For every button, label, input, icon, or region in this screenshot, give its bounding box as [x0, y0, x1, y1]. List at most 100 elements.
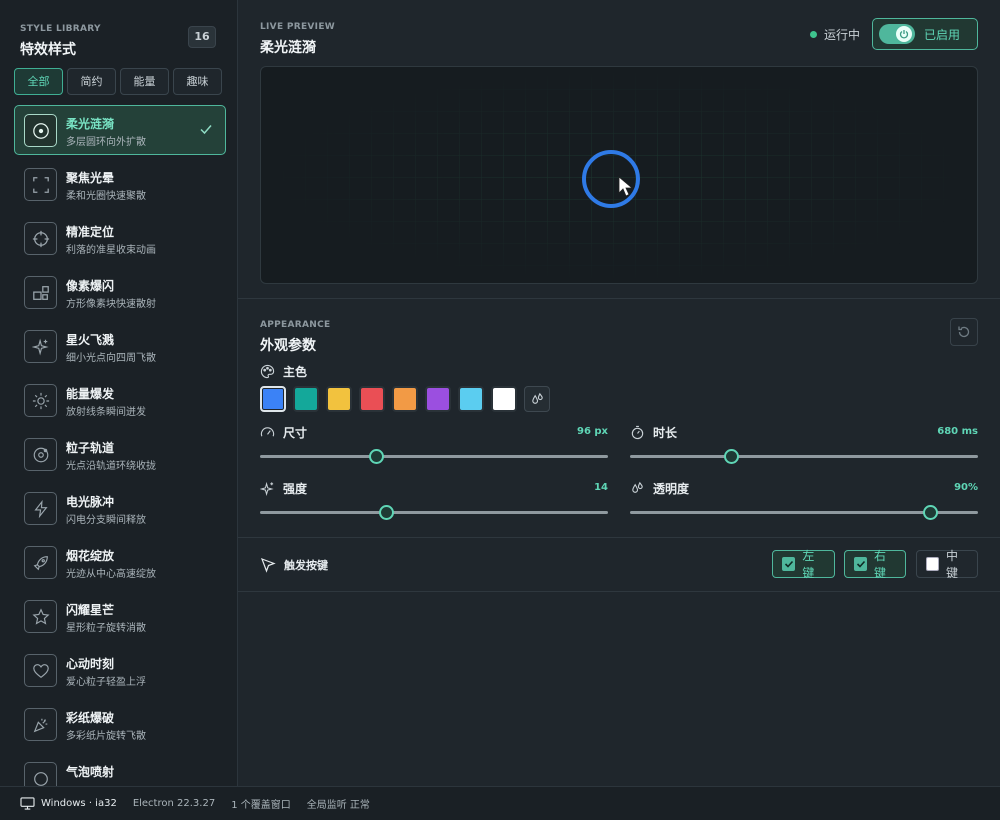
intensity-value: 14: [594, 482, 608, 493]
style-item-shining-star[interactable]: 闪耀星芒 星形粒子旋转消散: [14, 591, 226, 641]
status-bar: Windows · ia32 Electron 22.3.27 1 个覆盖窗口 …: [0, 786, 1000, 820]
host-label: Windows · ia32: [41, 798, 117, 809]
middle-click-label: 中键: [946, 549, 959, 580]
section-divider: [238, 298, 1000, 299]
color-swatch-cyan[interactable]: [458, 386, 484, 412]
style-item-spark-splash[interactable]: 星火飞溅 细小光点向四周飞散: [14, 321, 226, 371]
checkbox-checked-icon: [854, 557, 867, 571]
style-name: 心动时刻: [66, 657, 115, 671]
color-swatch-blue[interactable]: [260, 386, 286, 412]
style-desc: 光迹从中心高速绽放: [66, 569, 156, 580]
color-swatch-white[interactable]: [491, 386, 517, 412]
stopwatch-icon: [631, 425, 644, 440]
style-library-sidebar: STYLE LIBRARY 特效样式 16 全部 简约 能量 趣味 柔光涟漪 多…: [0, 0, 238, 786]
style-desc: 利落的准星收束动画: [66, 245, 156, 256]
style-count-badge: 16: [188, 26, 216, 48]
intensity-slider[interactable]: [260, 505, 608, 520]
style-item-heartbeat[interactable]: 心动时刻 爱心粒子轻盈上浮: [14, 645, 226, 695]
intensity-slider-thumb[interactable]: [378, 505, 394, 520]
filter-tab-fun[interactable]: 趣味: [173, 68, 222, 95]
style-item-firework[interactable]: 烟花绽放 光迹从中心高速绽放: [14, 537, 226, 587]
preview-canvas[interactable]: [260, 66, 978, 284]
color-swatch-orange[interactable]: [392, 386, 418, 412]
style-item-particle-orbit[interactable]: 粒子轨道 光点沿轨道环绕收拢: [14, 429, 226, 479]
style-list: 柔光涟漪 多层圆环向外扩散 聚焦光晕 柔和光圈快速聚散 精准定位 利落的准星收束…: [14, 105, 226, 786]
size-value: 96 px: [576, 426, 608, 437]
heart-icon: [24, 654, 57, 687]
party-popper-icon: [24, 708, 57, 741]
left-click-label: 左键: [802, 549, 815, 580]
monitor-icon: [20, 797, 35, 810]
filter-tab-simple[interactable]: 简约: [67, 68, 116, 95]
sun-burst-icon: [24, 384, 57, 417]
overlay-window-count: 1 个覆盖窗口: [231, 800, 291, 811]
style-name: 聚焦光晕: [66, 171, 115, 185]
color-swatch-purple[interactable]: [425, 386, 451, 412]
gauge-icon: [260, 427, 275, 437]
style-desc: 放射线条瞬间迸发: [66, 407, 146, 418]
opacity-slider[interactable]: [630, 505, 978, 520]
crosshair-icon: [24, 222, 57, 255]
style-item-precise-locate[interactable]: 精准定位 利落的准星收束动画: [14, 213, 226, 263]
style-item-energy-burst[interactable]: 能量爆发 放射线条瞬间迸发: [14, 375, 226, 425]
style-item-focus-glow[interactable]: 聚焦光晕 柔和光圈快速聚散: [14, 159, 226, 209]
toggle-switch[interactable]: [879, 24, 915, 44]
style-name: 柔光涟漪: [66, 117, 115, 131]
cursor-icon: [260, 557, 276, 573]
middle-click-toggle[interactable]: 中键: [916, 549, 978, 580]
focus-frame-icon: [24, 168, 57, 201]
appearance-caption: APPEARANCE: [260, 320, 331, 330]
style-desc: 多层圆环向外扩散: [66, 137, 146, 148]
right-click-toggle[interactable]: 右键: [844, 549, 906, 580]
appearance-title: 外观参数: [260, 338, 316, 354]
duration-slider[interactable]: [630, 449, 978, 464]
orbit-icon: [24, 438, 57, 471]
style-name: 电光脉冲: [66, 495, 115, 509]
style-name: 能量爆发: [66, 387, 115, 401]
style-name: 星火飞溅: [66, 333, 115, 347]
preview-caption: LIVE PREVIEW: [260, 22, 335, 32]
filter-tab-all[interactable]: 全部: [14, 68, 63, 95]
duration-slider-thumb[interactable]: [724, 449, 740, 464]
reset-button[interactable]: [950, 318, 978, 346]
color-label-row: 主色: [260, 363, 307, 380]
style-desc: 柔和光圈快速聚散: [66, 191, 146, 202]
section-divider: [238, 591, 1000, 592]
running-status: 运行中: [810, 26, 860, 43]
style-name: 彩纸爆破: [66, 711, 115, 725]
style-item-confetti[interactable]: 彩纸爆破 多彩纸片旋转飞散: [14, 699, 226, 749]
style-item-pixel-flash[interactable]: 像素爆闪 方形像素块快速散射: [14, 267, 226, 317]
intensity-label: 强度: [283, 482, 308, 496]
intensity-label-row: 强度: [260, 480, 307, 497]
duration-label: 时长: [653, 426, 678, 440]
style-item-bubble[interactable]: 气泡喷射: [14, 753, 226, 786]
color-swatch-red[interactable]: [359, 386, 385, 412]
color-swatch-teal[interactable]: [293, 386, 319, 412]
style-item-soft-ripple[interactable]: 柔光涟漪 多层圆环向外扩散: [14, 105, 226, 155]
filter-tabs: 全部 简约 能量 趣味: [14, 68, 222, 95]
right-click-label: 右键: [874, 549, 887, 580]
section-divider: [238, 537, 1000, 538]
size-slider-thumb[interactable]: [368, 449, 384, 464]
left-click-toggle[interactable]: 左键: [772, 549, 835, 580]
rocket-icon: [24, 546, 57, 579]
style-name: 粒子轨道: [66, 441, 115, 455]
library-caption: STYLE LIBRARY: [20, 24, 101, 34]
color-swatch-yellow[interactable]: [326, 386, 352, 412]
style-desc: 星形粒子旋转消散: [66, 623, 146, 634]
bubble-icon: [24, 762, 57, 786]
size-slider[interactable]: [260, 449, 608, 464]
opacity-slider-thumb[interactable]: [922, 505, 938, 520]
color-swatches: [260, 386, 550, 412]
lightning-icon: [24, 492, 57, 525]
pixel-blocks-icon: [24, 276, 57, 309]
reset-icon: [958, 326, 970, 338]
checkbox-checked-icon: [782, 557, 796, 571]
filter-tab-energy[interactable]: 能量: [120, 68, 169, 95]
style-item-electric-pulse[interactable]: 电光脉冲 闪电分支瞬间释放: [14, 483, 226, 533]
hook-status: 全局监听 正常: [306, 800, 370, 811]
enable-label: 已启用: [924, 28, 961, 42]
opacity-value: 90%: [954, 482, 978, 493]
custom-color-button[interactable]: [524, 386, 550, 412]
enable-toggle-button[interactable]: 已启用: [872, 18, 978, 50]
